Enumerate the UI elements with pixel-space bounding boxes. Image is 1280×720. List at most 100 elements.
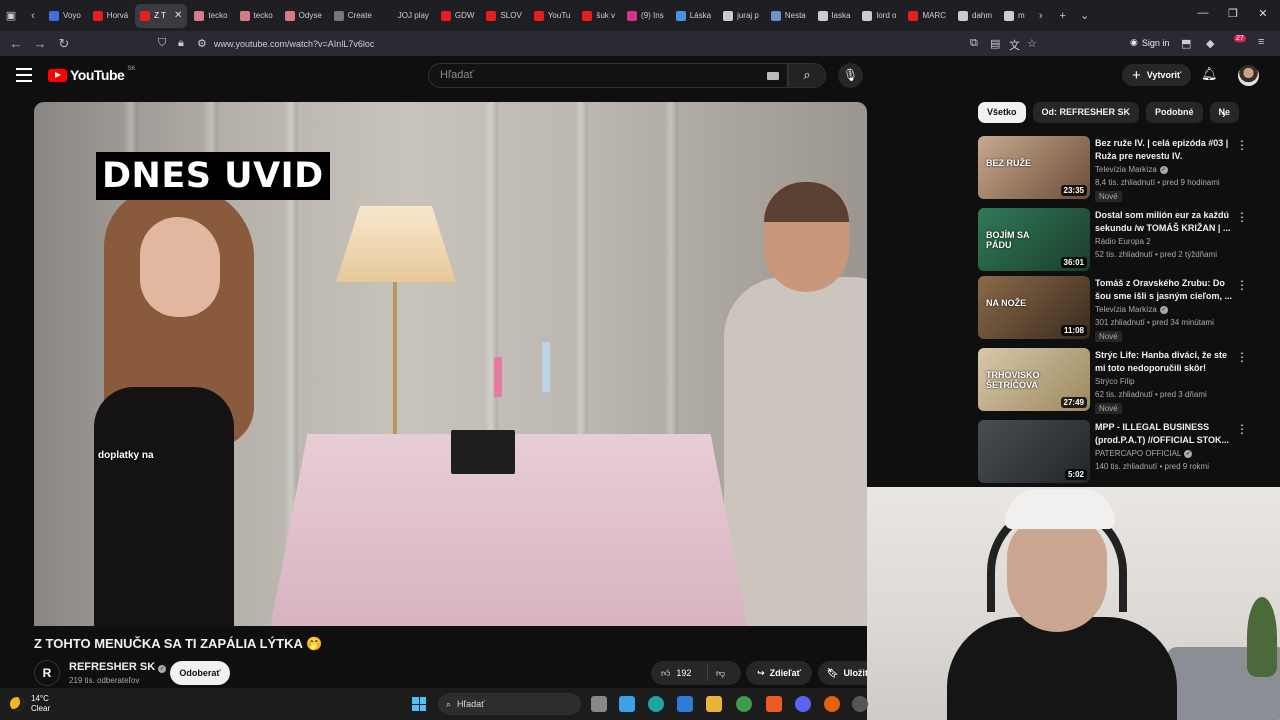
notification-count-badge[interactable]: 27 xyxy=(1234,35,1246,42)
more-options-icon[interactable]: ⋮ xyxy=(1236,350,1248,364)
search-input[interactable] xyxy=(440,69,740,81)
recommendation-channel[interactable]: Rádio Europa 2 xyxy=(1095,237,1151,246)
like-button[interactable]: 👍︎ 192 xyxy=(651,665,708,681)
vpn-icon[interactable]: ◆ xyxy=(1206,37,1214,50)
recommendation-title[interactable]: Strýc Life: Hanba diváci, že ste mi toto… xyxy=(1095,349,1233,375)
recommendation-title[interactable]: Tomáš z Oravského Zrubu: Do šou sme išli… xyxy=(1095,277,1233,303)
forward-icon[interactable]: → xyxy=(28,36,52,51)
minimize-icon[interactable]: — xyxy=(1188,7,1218,19)
video-thumbnail[interactable]: TRHOVISKO ŠETRÍČOVA 27:49 xyxy=(978,348,1090,411)
browser-tab[interactable]: Horvá xyxy=(88,4,133,28)
close-tab-icon[interactable]: ✕ xyxy=(174,10,182,21)
share-button[interactable]: ↪ Zdieľať xyxy=(746,661,812,685)
reader-view-icon[interactable]: ▤ xyxy=(990,37,1000,50)
recommendation-item[interactable]: TRHOVISKO ŠETRÍČOVA 27:49 Strýc Life: Hanb… xyxy=(978,348,1268,414)
video-player[interactable]: DNES UVID doplatky na R xyxy=(34,102,867,626)
browser-tab[interactable]: Nesta xyxy=(766,4,811,28)
browser-tab[interactable]: Z T ✕ xyxy=(135,3,188,28)
more-options-icon[interactable]: ⋮ xyxy=(1236,278,1248,292)
browser-tab[interactable]: tecko xyxy=(189,4,232,28)
back-icon[interactable]: ← xyxy=(4,36,28,51)
close-window-icon[interactable]: ✕ xyxy=(1248,7,1278,20)
filter-chip[interactable]: Od: REFRESHER SK xyxy=(1032,102,1140,123)
file-explorer-icon[interactable] xyxy=(706,696,722,712)
recommendation-title[interactable]: MPP - ILLEGAL BUSINESS (prod.P.A.T) //OF… xyxy=(1095,421,1233,447)
picture-in-picture-icon[interactable]: ⧉ xyxy=(970,37,978,50)
recommendation-item[interactable]: 5:02 MPP - ILLEGAL BUSINESS (prod.P.A.T) … xyxy=(978,420,1268,484)
lock-icon[interactable]: 🔒︎ xyxy=(178,37,184,50)
weather-widget[interactable]: 14°C Clear xyxy=(10,694,50,714)
filter-chip[interactable]: Podobné xyxy=(1146,102,1203,123)
video-thumbnail[interactable]: NA NOŽE 11:08 xyxy=(978,276,1090,339)
recommendation-item[interactable]: BOJÍM SA PÁDU 36:01 Dostal som milión eur … xyxy=(978,208,1268,272)
filter-chip[interactable]: Všetko xyxy=(978,102,1026,123)
voice-search-button[interactable]: 🎙︎ xyxy=(838,63,863,88)
restore-icon[interactable]: ❐ xyxy=(1218,7,1248,20)
translate-icon[interactable]: 文 xyxy=(1009,37,1020,53)
browser-tab[interactable]: laska xyxy=(813,4,856,28)
photos-icon[interactable] xyxy=(677,696,693,712)
brave-icon[interactable] xyxy=(766,696,782,712)
browser-tab[interactable]: lord o xyxy=(857,4,901,28)
recommendation-item[interactable]: BEZ RUŽE 23:35 Bez ruže IV. | celá epizóda… xyxy=(978,136,1268,202)
browser-tab[interactable]: SLOV xyxy=(481,4,526,28)
video-thumbnail[interactable]: BEZ RUŽE 23:35 xyxy=(978,136,1090,199)
reload-icon[interactable]: ↻ xyxy=(52,36,76,52)
subscribe-button[interactable]: Odoberať xyxy=(170,661,230,685)
browser-tab[interactable]: Láska xyxy=(671,4,716,28)
discord-icon[interactable] xyxy=(795,696,811,712)
more-options-icon[interactable]: ⋮ xyxy=(1236,138,1248,152)
task-view-icon[interactable] xyxy=(591,696,607,712)
browser-tab[interactable]: m xyxy=(999,4,1030,28)
browser-tab[interactable]: JOJ play xyxy=(379,4,434,28)
windows-start-icon[interactable] xyxy=(412,697,426,711)
chrome-icon[interactable] xyxy=(736,696,752,712)
browser-tab[interactable]: Voyo xyxy=(44,4,86,28)
tab-list-dropdown-icon[interactable]: ⌄ xyxy=(1074,9,1096,22)
chevron-right-icon[interactable]: › xyxy=(1222,107,1226,121)
keyboard-icon[interactable] xyxy=(767,72,779,80)
search-button[interactable]: ⌕ xyxy=(788,63,826,88)
dislike-button[interactable]: 👎︎ xyxy=(708,668,725,679)
guide-menu-icon[interactable] xyxy=(16,68,32,82)
tab-overview-icon[interactable]: ▣ xyxy=(0,9,22,22)
browser-tab[interactable]: MARC xyxy=(903,4,951,28)
video-thumbnail[interactable]: BOJÍM SA PÁDU 36:01 xyxy=(978,208,1090,271)
create-button[interactable]: + Vytvoriť xyxy=(1122,64,1192,86)
channel-name[interactable]: REFRESHER SK ✓ xyxy=(69,661,167,673)
url-text[interactable]: www.youtube.com/watch?v=AInlL7v6loc xyxy=(214,39,374,49)
extensions-icon[interactable]: ⬒ xyxy=(1181,37,1191,50)
avatar[interactable] xyxy=(1238,65,1259,86)
tabs-scroll-right-icon[interactable]: › xyxy=(1030,10,1052,22)
bookmark-star-icon[interactable]: ☆ xyxy=(1027,37,1037,50)
recommendation-item[interactable]: NA NOŽE 11:08 Tomáš z Oravského Zrubu: Do … xyxy=(978,276,1268,342)
youtube-logo[interactable]: YouTube SK xyxy=(48,66,135,83)
edge-icon[interactable] xyxy=(648,696,664,712)
recommendation-channel[interactable]: Televízia Markíza ✓ xyxy=(1095,165,1168,174)
recommendation-channel[interactable]: PATERCAPO OFFICIAL ✓ xyxy=(1095,449,1193,458)
taskbar-search[interactable]: ⌕ Hľadať xyxy=(438,693,581,715)
browser-tab[interactable]: YouTu xyxy=(529,4,576,28)
store-icon[interactable] xyxy=(619,696,635,712)
recommendation-title[interactable]: Dostal som milión eur za každú sekundu /… xyxy=(1095,209,1233,235)
browser-tab[interactable]: (9) Ins xyxy=(622,4,669,28)
menu-icon[interactable]: ≡ xyxy=(1258,36,1264,48)
firefox-icon[interactable] xyxy=(824,696,840,712)
permissions-icon[interactable]: ⚙ xyxy=(197,37,207,50)
channel-avatar[interactable]: R xyxy=(34,660,60,686)
browser-tab[interactable]: Create xyxy=(329,4,377,28)
new-tab-icon[interactable]: + xyxy=(1052,10,1074,22)
shield-icon[interactable]: ⛉ xyxy=(158,37,166,50)
recommendation-channel[interactable]: Strýco Filip xyxy=(1095,377,1135,386)
browser-tab[interactable]: GDW xyxy=(436,4,480,28)
more-options-icon[interactable]: ⋮ xyxy=(1236,210,1248,224)
browser-tab[interactable]: dahm xyxy=(953,4,997,28)
recommendation-title[interactable]: Bez ruže IV. | celá epizóda #03 | Ruža p… xyxy=(1095,137,1233,163)
browser-tab[interactable]: Odyse xyxy=(280,4,327,28)
obs-icon[interactable] xyxy=(852,696,868,712)
save-button[interactable]: 🔖︎ Uložiť xyxy=(818,661,870,685)
notifications-bell-icon[interactable]: 🔔︎ xyxy=(1201,66,1218,82)
recommendation-channel[interactable]: Televízia Markíza ✓ xyxy=(1095,305,1168,314)
browser-tab[interactable]: juraj p xyxy=(718,4,764,28)
more-options-icon[interactable]: ⋮ xyxy=(1236,422,1248,436)
